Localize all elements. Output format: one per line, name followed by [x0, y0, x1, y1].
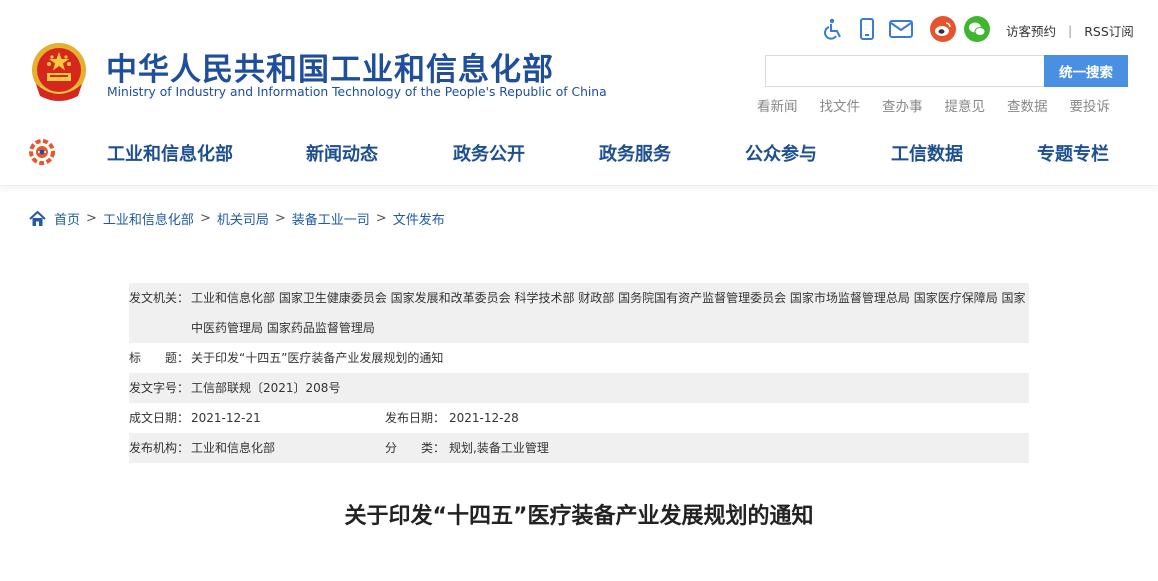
- published-date-value: 2021-12-28: [449, 411, 519, 425]
- quick-link-feedback[interactable]: 提意见: [945, 95, 986, 115]
- category-label: 分 类：: [385, 441, 446, 455]
- visitor-appointment-link[interactable]: 访客预约: [1006, 21, 1056, 40]
- doc-number-label: 发文字号：: [129, 381, 190, 395]
- site-title[interactable]: 中华人民共和国工业和信息化部: [106, 44, 554, 89]
- accessibility-icon[interactable]: [820, 16, 846, 42]
- site-subtitle: Ministry of Industry and Information Tec…: [107, 85, 607, 99]
- agency-value: 工业和信息化部: [191, 441, 276, 455]
- date-row: 成文日期： 2021-12-21 发布日期： 2021-12-28: [129, 403, 1029, 433]
- site-header: 中华人民共和国工业和信息化部 Ministry of Industry and …: [0, 0, 1158, 120]
- quick-link-complaint[interactable]: 要投诉: [1070, 95, 1111, 115]
- home-icon[interactable]: [29, 210, 46, 227]
- breadcrumb-separator: >: [86, 211, 97, 226]
- published-date-label: 发布日期：: [385, 411, 446, 425]
- national-emblem-icon[interactable]: [28, 40, 90, 104]
- title-label: 标 题：: [129, 351, 190, 365]
- weibo-icon[interactable]: [930, 16, 956, 42]
- mail-icon[interactable]: [888, 16, 914, 42]
- breadcrumb-separator: >: [375, 211, 387, 226]
- miit-logo-icon[interactable]: [27, 137, 57, 167]
- agency-label: 发布机构：: [129, 441, 190, 455]
- quick-links: 看新闻 找文件 查办事 提意见 查数据 要投诉: [757, 95, 1110, 115]
- doc-number-value: 工信部联规〔2021〕208号: [191, 381, 341, 395]
- quick-link-news[interactable]: 看新闻: [757, 95, 798, 115]
- quick-link-services[interactable]: 查办事: [882, 95, 923, 115]
- nav-item-news[interactable]: 新闻动态: [306, 140, 378, 166]
- created-date-value: 2021-12-21: [191, 411, 261, 425]
- issuer-label: 发文机关：: [129, 291, 190, 305]
- quick-link-data[interactable]: 查数据: [1007, 95, 1048, 115]
- nav-item-government-affairs[interactable]: 政务公开: [453, 140, 525, 166]
- top-icon-bar: [820, 16, 998, 42]
- breadcrumb-file-release[interactable]: 文件发布: [393, 209, 445, 228]
- document-info-table: 发文机关： 工业和信息化部 国家卫生健康委员会 国家发展和改革委员会 科学技术部…: [129, 283, 1029, 463]
- doc-number-row: 发文字号： 工信部联规〔2021〕208号: [129, 373, 1029, 403]
- breadcrumb-ministry[interactable]: 工业和信息化部: [103, 209, 194, 228]
- nav-item-participation[interactable]: 公众参与: [745, 140, 817, 166]
- breadcrumb-equipment-dept[interactable]: 装备工业一司: [292, 209, 370, 228]
- breadcrumb-separator: >: [274, 211, 286, 226]
- search-input[interactable]: [765, 55, 1045, 87]
- main-nav: 工业和信息化部 新闻动态 政务公开 政务服务 公众参与 工信数据 专题专栏: [0, 120, 1158, 186]
- issuer-row: 发文机关： 工业和信息化部 国家卫生健康委员会 国家发展和改革委员会 科学技术部…: [129, 283, 1029, 343]
- mobile-phone-icon[interactable]: [854, 16, 880, 42]
- top-links: 访客预约 | RSS订阅: [1006, 21, 1134, 40]
- breadcrumb-home[interactable]: 首页: [54, 209, 80, 228]
- breadcrumb-departments[interactable]: 机关司局: [217, 209, 269, 228]
- wechat-icon[interactable]: [964, 16, 990, 42]
- article-title: 关于印发“十四五”医疗装备产业发展规划的通知: [344, 504, 814, 529]
- top-link-separator: |: [1068, 23, 1073, 38]
- nav-item-data[interactable]: 工信数据: [891, 140, 963, 166]
- issuer-value: 工业和信息化部 国家卫生健康委员会 国家发展和改革委员会 科学技术部 财政部 国…: [191, 291, 1026, 335]
- category-value: 规划,装备工业管理: [449, 441, 549, 455]
- title-row: 标 题： 关于印发“十四五”医疗装备产业发展规划的通知: [129, 343, 1029, 373]
- nav-item-services[interactable]: 政务服务: [599, 140, 671, 166]
- title-value: 关于印发“十四五”医疗装备产业发展规划的通知: [191, 351, 444, 365]
- breadcrumb: 首页 > 工业和信息化部 > 机关司局 > 装备工业一司 > 文件发布: [29, 209, 445, 228]
- quick-link-files[interactable]: 找文件: [820, 95, 861, 115]
- agency-row: 发布机构： 工业和信息化部 分 类： 规划,装备工业管理: [129, 433, 1029, 463]
- breadcrumb-separator: >: [199, 211, 211, 226]
- search-button[interactable]: 统一搜索: [1044, 55, 1128, 87]
- created-date-label: 成文日期：: [129, 411, 190, 425]
- rss-link[interactable]: RSS订阅: [1084, 21, 1134, 40]
- nav-item-ministry[interactable]: 工业和信息化部: [107, 140, 233, 166]
- nav-item-topics[interactable]: 专题专栏: [1037, 140, 1109, 166]
